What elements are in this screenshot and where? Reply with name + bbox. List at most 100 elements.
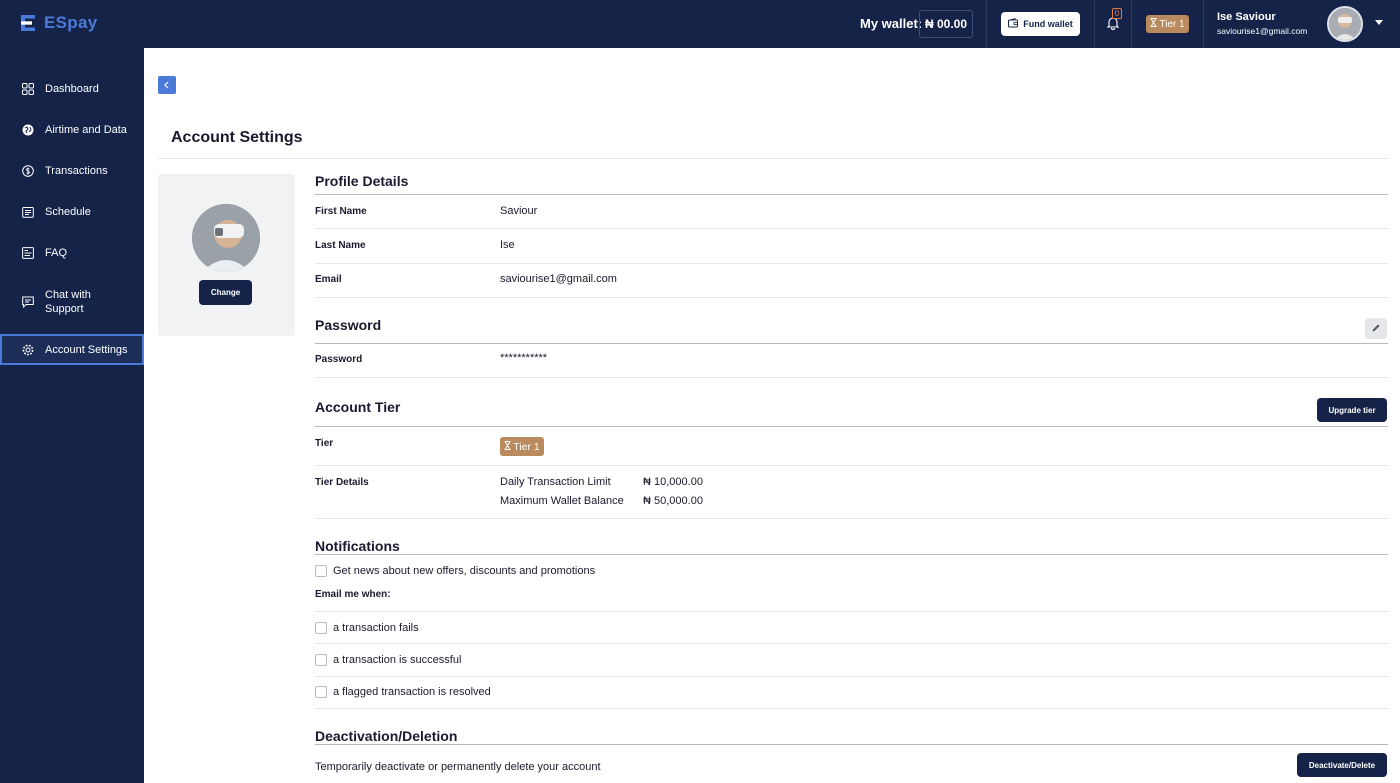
grid-icon <box>21 83 34 96</box>
password-title: Password <box>315 317 382 333</box>
wallet-icon <box>1008 18 1019 30</box>
topbar-divider <box>986 0 987 48</box>
back-button[interactable] <box>158 76 176 94</box>
globe-icon <box>21 124 34 137</box>
deactivation-description: Temporarily deactivate or permanently de… <box>315 761 601 773</box>
topbar-divider <box>1131 0 1132 48</box>
topbar-divider <box>1203 0 1204 48</box>
divider <box>315 377 1388 378</box>
tier-details-label: Tier Details <box>315 477 369 488</box>
email-value: saviourise1@gmail.com <box>500 273 617 285</box>
flagged-resolved-checkbox[interactable] <box>315 686 327 698</box>
sidebar-item-label: Account Settings <box>45 343 128 356</box>
chat-icon <box>21 296 34 309</box>
upgrade-tier-button[interactable]: Upgrade tier <box>1317 398 1387 422</box>
checkbox-label: a flagged transaction is resolved <box>333 686 491 698</box>
divider <box>315 228 1388 229</box>
sidebar-item-faq[interactable]: FAQ <box>0 245 144 261</box>
sidebar-item-label: Transactions <box>45 165 108 177</box>
edit-password-button[interactable] <box>1365 318 1387 339</box>
tier-badge: Tier 1 <box>1146 15 1189 33</box>
gear-icon <box>21 343 34 356</box>
notifications-title: Notifications <box>315 538 400 554</box>
tier-badge: Tier 1 <box>500 437 544 456</box>
checkbox-label: a transaction is successful <box>333 654 462 666</box>
profile-photo-card: Change <box>158 174 295 336</box>
daily-limit-value: ₦ 10,000.00 <box>643 476 703 488</box>
avatar <box>192 204 260 272</box>
divider <box>315 611 1388 612</box>
hourglass-icon <box>504 440 511 453</box>
chevron-down-icon[interactable] <box>1375 20 1383 25</box>
tier-badge-label: Tier 1 <box>513 440 540 453</box>
page-title: Account Settings <box>171 129 303 146</box>
change-photo-button[interactable]: Change <box>199 280 252 305</box>
topbar-divider <box>1094 0 1095 48</box>
divider <box>315 518 1388 519</box>
first-name-value: Saviour <box>500 205 538 217</box>
divider <box>315 744 1388 745</box>
email-me-label: Email me when: <box>315 589 391 600</box>
top-bar: ESpay My wallet: ₦ 00.00 Fund wallet 0 T… <box>0 0 1400 48</box>
sidebar-item-dashboard[interactable]: Dashboard <box>0 81 144 97</box>
last-name-value: Ise <box>500 239 515 251</box>
faq-icon <box>21 247 34 260</box>
deactivation-title: Deactivation/Deletion <box>315 728 458 744</box>
tier-badge-label: Tier 1 <box>1159 18 1185 30</box>
sidebar-item-label: Schedule <box>45 206 91 218</box>
transaction-successful-checkbox[interactable] <box>315 654 327 666</box>
logo-mark-icon <box>20 13 40 33</box>
avatar[interactable] <box>1327 6 1363 42</box>
password-value: *********** <box>500 352 548 364</box>
divider <box>315 297 1388 298</box>
news-checkbox-label: Get news about new offers, discounts and… <box>333 565 596 577</box>
sidebar-item-transactions[interactable]: Transactions <box>0 163 144 179</box>
tier-label: Tier <box>315 438 334 449</box>
last-name-label: Last Name <box>315 240 366 251</box>
pencil-icon <box>1371 320 1381 338</box>
divider <box>158 158 1388 159</box>
email-label: Email <box>315 274 342 285</box>
deactivate-delete-button[interactable]: Deactivate/Delete <box>1297 753 1387 777</box>
sidebar-item-airtime[interactable]: Airtime and Data <box>0 122 144 138</box>
sidebar-item-label: Airtime and Data <box>45 124 127 136</box>
dollar-icon <box>21 165 34 178</box>
divider <box>315 426 1388 427</box>
user-email: saviourise1@gmail.com <box>1217 26 1308 36</box>
transaction-fails-checkbox[interactable] <box>315 622 327 634</box>
sidebar: Dashboard Airtime and Data Transactions … <box>0 48 144 783</box>
sidebar-item-account-settings[interactable]: Account Settings <box>0 334 144 365</box>
profile-details-title: Profile Details <box>315 173 409 189</box>
divider <box>315 194 1388 195</box>
espay-logo[interactable]: ESpay <box>20 13 97 33</box>
first-name-label: First Name <box>315 206 367 217</box>
logo-text: ESpay <box>44 13 98 32</box>
divider <box>315 708 1388 709</box>
wallet-label: My wallet: <box>860 16 923 31</box>
divider <box>315 676 1388 677</box>
divider <box>315 343 1388 344</box>
sidebar-item-schedule[interactable]: Schedule <box>0 204 144 220</box>
checkbox-label: a transaction fails <box>333 622 419 634</box>
max-balance-label: Maximum Wallet Balance <box>500 495 624 507</box>
max-balance-value: ₦ 50,000.00 <box>643 495 703 507</box>
chevron-left-icon <box>163 76 171 94</box>
divider <box>315 643 1388 644</box>
fund-wallet-button[interactable]: Fund wallet <box>1001 12 1080 36</box>
sidebar-item-label: Chat with Support <box>45 289 91 315</box>
divider <box>315 263 1388 264</box>
user-name: Ise Saviour <box>1217 11 1276 23</box>
password-label: Password <box>315 354 363 365</box>
daily-limit-label: Daily Transaction Limit <box>500 476 611 488</box>
calendar-icon <box>21 206 34 219</box>
sidebar-item-chat-support[interactable]: Chat with Support <box>0 288 144 316</box>
notification-count-badge: 0 <box>1112 8 1122 19</box>
sidebar-item-label: FAQ <box>45 247 68 259</box>
hourglass-icon <box>1150 18 1157 30</box>
fund-wallet-label: Fund wallet <box>1023 19 1073 29</box>
news-checkbox[interactable] <box>315 565 327 577</box>
account-tier-title: Account Tier <box>315 399 401 415</box>
sidebar-item-label: Dashboard <box>45 83 99 95</box>
divider <box>315 554 1388 555</box>
divider <box>315 465 1388 466</box>
